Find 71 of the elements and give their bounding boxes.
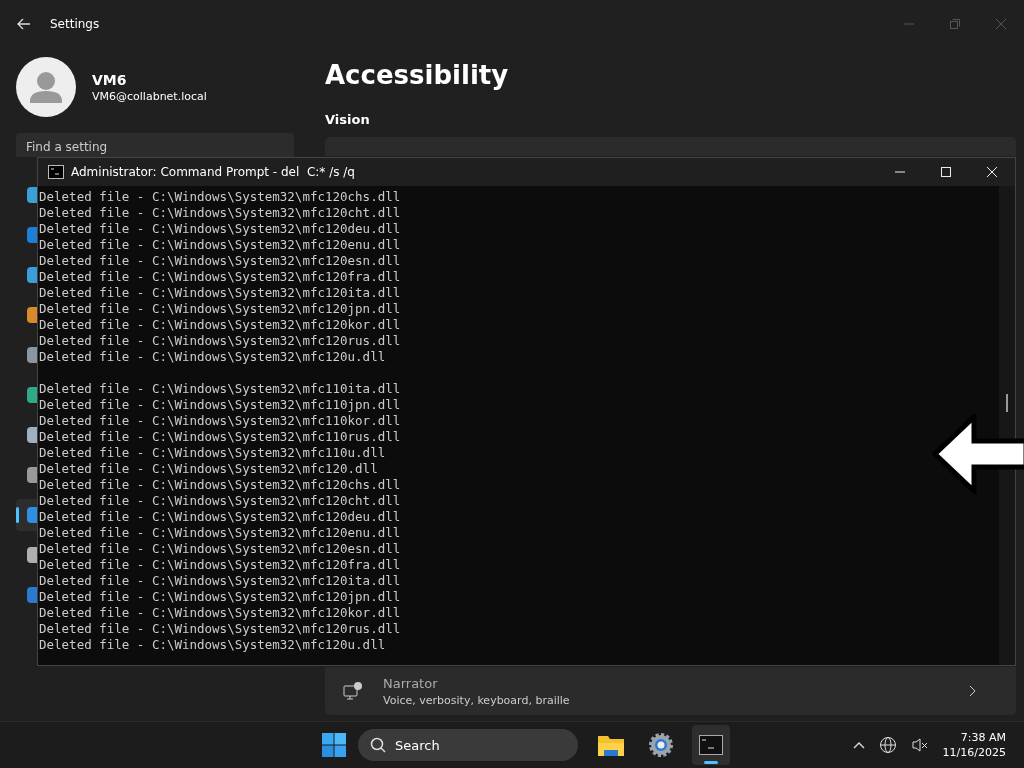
console-line: Deleted file - C:\Windows\System32\mfc120chs.dll <box>39 477 401 493</box>
clock-date[interactable]: 11/16/2025 <box>942 746 1006 760</box>
console-line: Deleted file - C:\Windows\System32\mfc120fra.dll <box>39 269 401 285</box>
console-line: Deleted file - C:\Windows\System32\mfc120deu.dll <box>39 509 401 525</box>
avatar-icon <box>16 57 76 117</box>
user-email: VM6@collabnet.local <box>92 89 207 103</box>
console-line: Deleted file - C:\Windows\System32\mfc110kor.dll <box>39 413 401 429</box>
console-line: Deleted file - C:\Windows\System32\mfc110rus.dll <box>39 429 401 445</box>
console-line: Deleted file - C:\Windows\System32\mfc120u.dll <box>39 349 386 365</box>
console-line: Deleted file - C:\Windows\System32\mfc120enu.dll <box>39 237 401 253</box>
section-heading: Vision <box>325 112 371 127</box>
gear-icon <box>648 732 674 759</box>
taskbar-search[interactable]: Search <box>358 729 578 762</box>
card-title: Narrator <box>383 675 439 691</box>
console-line: Deleted file - C:\Windows\System32\mfc120jpn.dll <box>39 301 401 317</box>
card-subtitle: Voice, verbosity, keyboard, braille <box>383 693 571 707</box>
taskbar-app[interactable] <box>692 725 730 766</box>
scrollbar[interactable] <box>999 186 1015 665</box>
console-line: Deleted file - C:\Windows\System32\mfc110jpn.dll <box>39 397 401 413</box>
back-arrow-icon[interactable] <box>17 18 31 30</box>
search-icon <box>370 737 386 754</box>
console-line: Deleted file - C:\Windows\System32\mfc110ita.dll <box>39 381 401 397</box>
console-line: Deleted file - C:\Windows\System32\mfc120deu.dll <box>39 221 401 237</box>
restore-icon[interactable] <box>949 18 961 30</box>
start-icon[interactable] <box>322 733 346 758</box>
clock-time[interactable]: 7:38 AM <box>960 731 1006 745</box>
console-line: Deleted file - C:\Windows\System32\mfc120rus.dll <box>39 621 401 637</box>
terminal-icon <box>699 735 723 756</box>
console-line: Deleted file - C:\Windows\System32\mfc120u.dll <box>39 637 386 653</box>
nav-icon[interactable] <box>27 587 37 603</box>
nav-icon[interactable] <box>27 387 37 403</box>
scrollbar-thumb[interactable] <box>1006 394 1008 412</box>
selection-indicator <box>16 507 19 523</box>
nav-icon[interactable] <box>27 467 37 483</box>
console-line: Deleted file - C:\Windows\System32\mfc120chs.dll <box>39 189 401 205</box>
console-title: Administrator: Command Prompt - del C:* /s /q <box>71 165 355 179</box>
nav-icon[interactable] <box>27 547 37 563</box>
speaker-muted-icon[interactable] <box>910 736 929 755</box>
chevron-up-icon[interactable] <box>852 741 865 750</box>
console-line: Deleted file - C:\Windows\System32\mfc120esn.dll <box>39 253 401 269</box>
console-line: Deleted file - C:\Windows\System32\mfc120cht.dll <box>39 493 401 509</box>
folder-icon <box>598 734 624 757</box>
nav-icon[interactable] <box>27 187 37 203</box>
console-line: Deleted file - C:\Windows\System32\mfc120esn.dll <box>39 541 401 557</box>
console-line: Deleted file - C:\Windows\System32\mfc120rus.dll <box>39 333 401 349</box>
nav-icon[interactable] <box>27 427 37 443</box>
console-line: Deleted file - C:\Windows\System32\mfc120ita.dll <box>39 573 401 589</box>
narrator-card[interactable]: Narrator Voice, verbosity, keyboard, braille <box>325 667 1016 716</box>
user-name: VM6 <box>92 71 128 88</box>
maximize-icon[interactable] <box>940 166 952 178</box>
nav-icon[interactable] <box>27 307 37 323</box>
console-icon <box>48 165 64 179</box>
nav-icon[interactable] <box>27 347 37 363</box>
search-field[interactable]: Find a setting <box>16 133 294 157</box>
nav-icon[interactable] <box>27 267 37 283</box>
console-line: Deleted file - C:\Windows\System32\mfc120kor.dll <box>39 317 401 333</box>
console-line: Deleted file - C:\Windows\System32\mfc120ita.dll <box>39 285 401 301</box>
console-line: Deleted file - C:\Windows\System32\mfc120enu.dll <box>39 525 401 541</box>
console-line: Deleted file - C:\Windows\System32\mfc120fra.dll <box>39 557 401 573</box>
console-line: Deleted file - C:\Windows\System32\mfc120kor.dll <box>39 605 401 621</box>
window-title: Settings <box>50 17 100 31</box>
console-line: Deleted file - C:\Windows\System32\mfc120.dll <box>39 461 378 477</box>
console-line: Deleted file - C:\Windows\System32\mfc120cht.dll <box>39 205 401 221</box>
chevron-right-icon <box>968 685 976 698</box>
globe-icon[interactable] <box>878 736 897 755</box>
nav-icon[interactable] <box>27 227 37 243</box>
console-line: Deleted file - C:\Windows\System32\mfc120jpn.dll <box>39 589 401 605</box>
nav-icon[interactable] <box>27 507 37 523</box>
console-line: Deleted file - C:\Windows\System32\mfc110u.dll <box>39 445 386 461</box>
narrator-icon <box>343 681 363 702</box>
page-title: Accessibility <box>325 60 510 90</box>
